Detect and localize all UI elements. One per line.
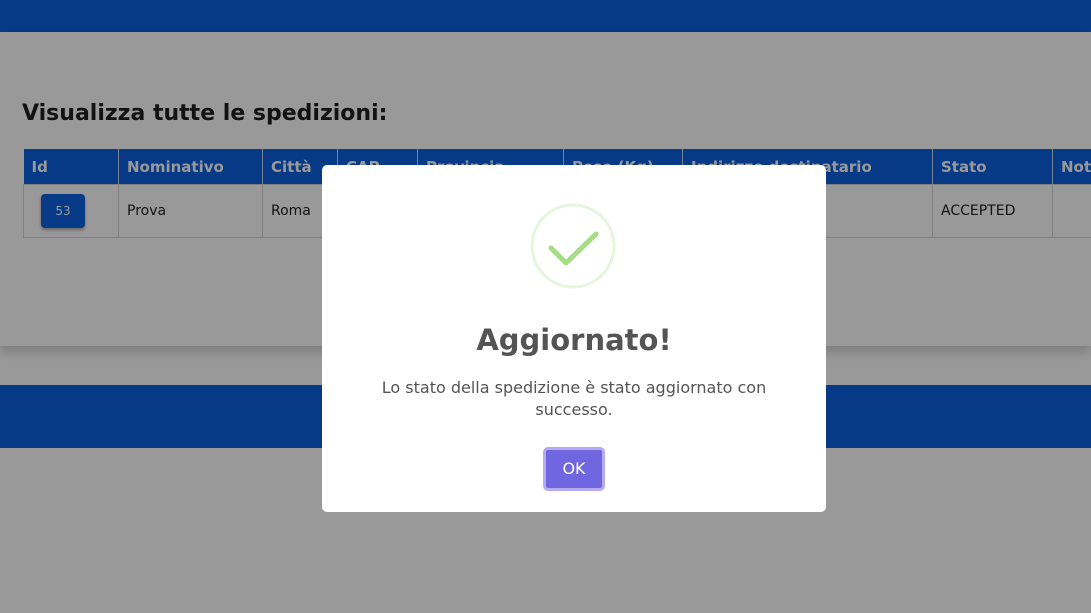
dialog-title: Aggiornato! xyxy=(476,323,672,357)
dialog-message: Lo stato della spedizione è stato aggior… xyxy=(381,378,767,419)
ok-button[interactable]: OK xyxy=(543,447,605,491)
checkmark-success-icon xyxy=(530,203,616,289)
success-dialog: Aggiornato! Lo stato della spedizione è … xyxy=(322,165,826,512)
